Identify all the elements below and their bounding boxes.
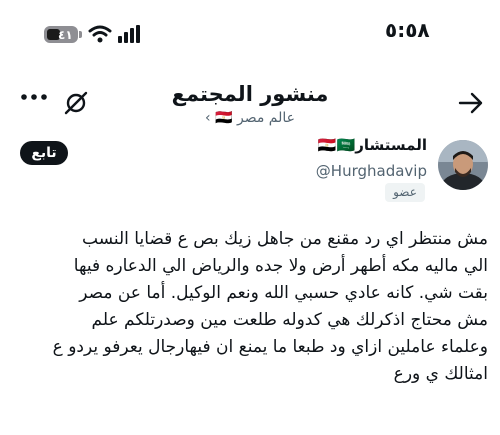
post-line: بقت شي. كانه عادي حسبي الله ونعم الوكيل.… [79,283,488,303]
join-button[interactable]: تابع [20,141,68,165]
post-line: وعلماء عاملين ازاي ود طبعا ما يمنع ان في… [52,337,488,357]
author-name[interactable]: المستشار🇪🇬🇸🇦 [305,136,427,154]
battery-percent: ٤١ [58,28,73,42]
member-badge: عضو [385,183,425,202]
post-line: مش منتظر اي رد مقنع من جاهل زيك بص ع قضا… [82,229,488,249]
more-icon[interactable] [20,92,48,102]
back-arrow-icon[interactable] [458,92,484,114]
post-line: الي ماليه مكه أطهر أرض ولا جده والرياض ا… [73,256,488,276]
battery-cap [79,31,82,38]
signal-icon [118,25,140,43]
community-link[interactable]: عالم مصر 🇪🇬 › [150,110,350,126]
avatar[interactable] [438,140,488,190]
page-title: منشور المجتمع [171,82,329,106]
post-text: مش منتظر اي رد مقنع من جاهل زيك بص ع قضا… [12,226,488,388]
status-time: ٥:٥٨ [385,18,430,42]
post-line: مش محتاج اذكرلك هي كدوله طلعت مين وصدرتل… [91,310,488,330]
author-handle[interactable]: @Hurghadavip [287,162,427,180]
avatar-image [438,140,488,190]
post-line: امثالك ي ورع [393,364,488,384]
mute-icon[interactable] [62,89,90,117]
wifi-icon [88,25,112,43]
